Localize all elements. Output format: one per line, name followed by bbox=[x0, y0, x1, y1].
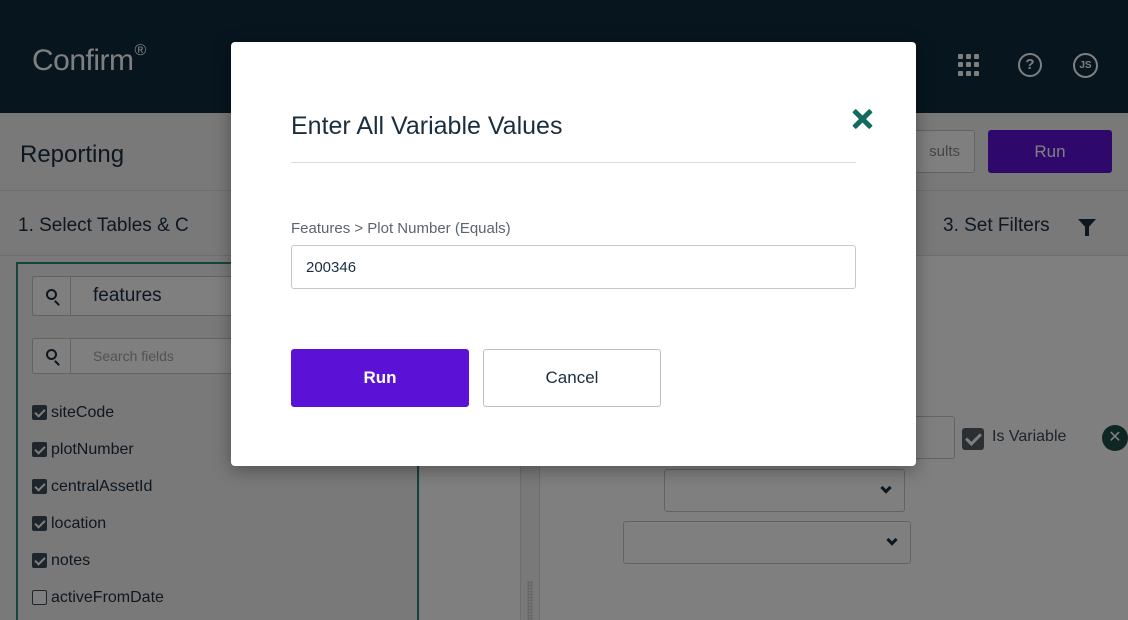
close-icon[interactable] bbox=[851, 108, 873, 130]
dialog-cancel-button[interactable]: Cancel bbox=[483, 349, 661, 407]
variable-label: Features > Plot Number (Equals) bbox=[291, 220, 511, 237]
plot-number-input[interactable] bbox=[291, 245, 856, 289]
divider bbox=[291, 162, 856, 163]
dialog-title: Enter All Variable Values bbox=[291, 112, 563, 140]
variable-values-dialog: Enter All Variable Values Features > Plo… bbox=[231, 42, 916, 466]
dialog-run-button[interactable]: Run bbox=[291, 349, 469, 407]
